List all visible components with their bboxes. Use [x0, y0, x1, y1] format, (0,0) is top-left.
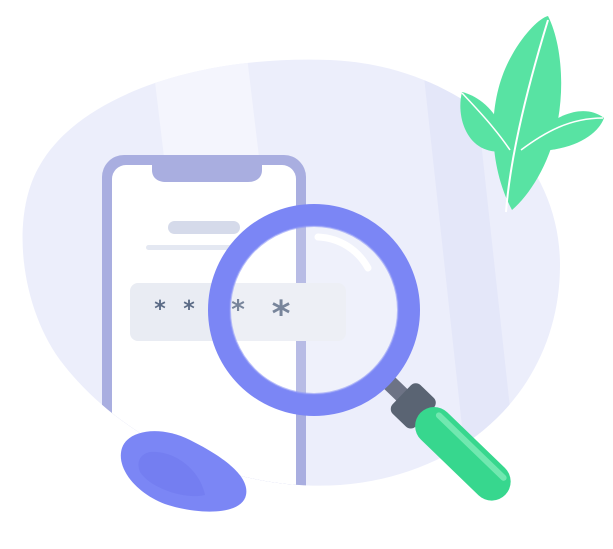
phone-notch — [152, 158, 262, 182]
illustration-canvas: * * * * — [22, 16, 604, 512]
password-search-illustration: * * * * — [0, 0, 613, 549]
password-mask-1: * — [154, 297, 166, 322]
title-placeholder-bar — [168, 221, 240, 234]
password-mask-2: * — [183, 297, 195, 322]
